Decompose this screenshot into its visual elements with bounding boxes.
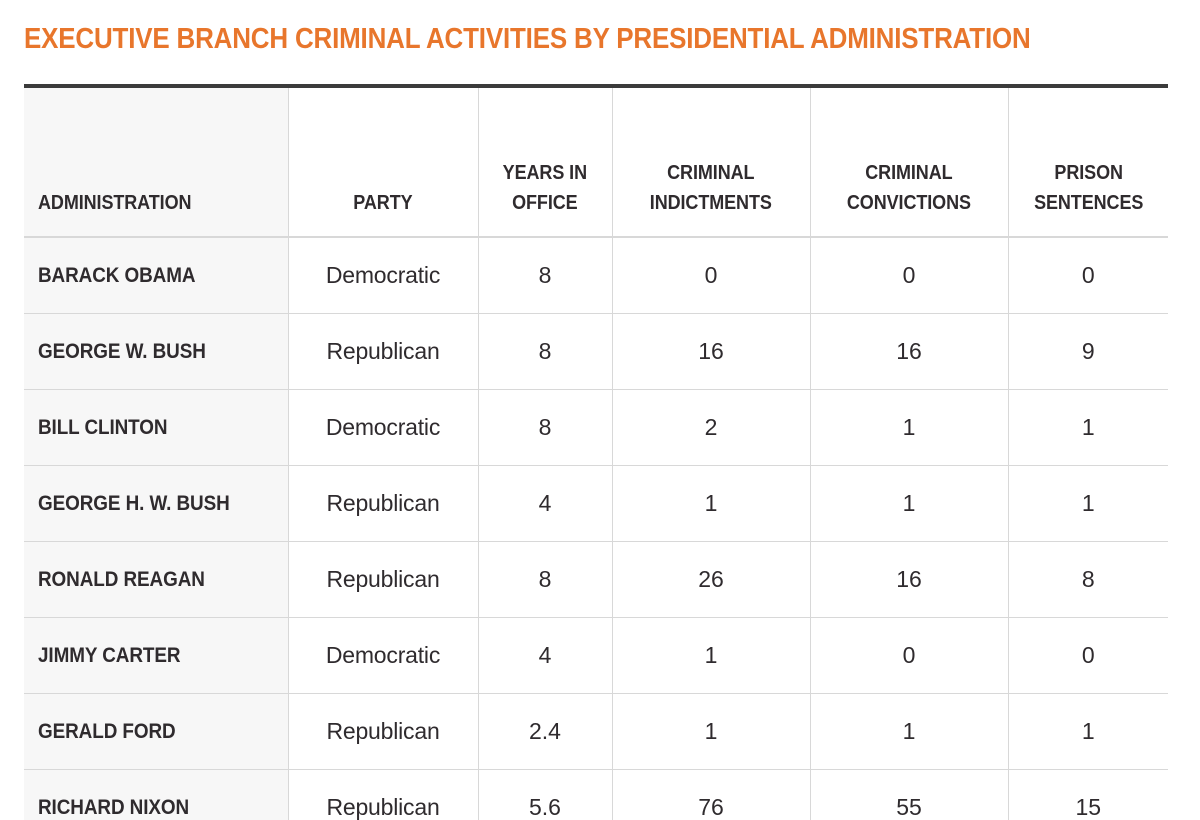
infographic-page: EXECUTIVE BRANCH CRIMINAL ACTIVITIES BY … [0,0,1200,820]
cell-criminal-indictments: 26 [612,541,811,618]
column-header-party: PARTY [288,88,479,238]
column-header-criminal-indictments-label: CRIMINAL INDICTMENTS [649,162,773,214]
column-header-administration: ADMINISTRATION [24,88,289,238]
cell-criminal-indictments: 0 [612,237,811,314]
cell-party: Republican [288,769,479,820]
cell-party: Republican [288,541,479,618]
cell-party: Republican [288,465,479,542]
cell-criminal-convictions: 0 [810,617,1009,694]
cell-administration: GEORGE H. W. BUSH [24,465,289,542]
table-header: ADMINISTRATION PARTY YEARS IN OFFICE CRI… [24,88,1168,238]
cell-administration-label: BILL CLINTON [38,415,168,439]
cell-criminal-indictments: 16 [612,313,811,390]
cell-years-in-office: 8 [478,237,613,314]
cell-prison-sentences: 15 [1008,769,1168,820]
cell-years-in-office: 8 [478,313,613,390]
column-header-years-in-office: YEARS IN OFFICE [478,88,613,238]
column-header-criminal-convictions-label: CRIMINAL CONVICTIONS [846,162,972,214]
cell-years-in-office: 4 [478,617,613,694]
cell-prison-sentences: 8 [1008,541,1168,618]
cell-administration-label: BARACK OBAMA [38,263,196,287]
cell-criminal-convictions: 1 [810,389,1009,466]
cell-administration: RICHARD NIXON [24,769,289,820]
cell-criminal-indictments: 2 [612,389,811,466]
cell-administration-label: RICHARD NIXON [38,795,190,819]
cell-prison-sentences: 1 [1008,389,1168,466]
column-header-party-label: PARTY [353,192,413,214]
table-row: RICHARD NIXON Republican 5.6 76 55 15 [24,769,1168,820]
cell-years-in-office: 4 [478,465,613,542]
cell-administration: JIMMY CARTER [24,617,289,694]
cell-years-in-office: 8 [478,541,613,618]
column-header-prison-sentences-label: PRISON SENTENCES [1033,162,1143,214]
cell-administration: GERALD FORD [24,693,289,770]
cell-administration: RONALD REAGAN [24,541,289,618]
cell-criminal-indictments: 1 [612,693,811,770]
cell-administration-label: JIMMY CARTER [38,643,181,667]
cell-prison-sentences: 1 [1008,465,1168,542]
cell-prison-sentences: 0 [1008,237,1168,314]
cell-years-in-office: 8 [478,389,613,466]
column-header-administration-label: ADMINISTRATION [38,192,192,214]
cell-prison-sentences: 1 [1008,693,1168,770]
cell-party: Democratic [288,237,479,314]
cell-criminal-indictments: 1 [612,465,811,542]
table-row: GEORGE H. W. BUSH Republican 4 1 1 1 [24,465,1168,542]
cell-criminal-indictments: 76 [612,769,811,820]
cell-prison-sentences: 9 [1008,313,1168,390]
cell-administration-label: GERALD FORD [38,719,176,743]
table-row: BARACK OBAMA Democratic 8 0 0 0 [24,237,1168,314]
table-row: BILL CLINTON Democratic 8 2 1 1 [24,389,1168,466]
cell-criminal-convictions: 55 [810,769,1009,820]
cell-party: Democratic [288,617,479,694]
cell-years-in-office: 2.4 [478,693,613,770]
cell-years-in-office: 5.6 [478,769,613,820]
table-body: BARACK OBAMA Democratic 8 0 0 0 GEORGE W… [24,237,1168,820]
page-title: EXECUTIVE BRANCH CRIMINAL ACTIVITIES BY … [24,23,1031,55]
cell-criminal-convictions: 1 [810,465,1009,542]
cell-party: Republican [288,313,479,390]
column-header-years-in-office-label: YEARS IN OFFICE [502,162,588,214]
cell-administration: BARACK OBAMA [24,237,289,314]
cell-party: Democratic [288,389,479,466]
table-container: ADMINISTRATION PARTY YEARS IN OFFICE CRI… [24,84,1168,820]
column-header-criminal-convictions: CRIMINAL CONVICTIONS [810,88,1009,238]
cell-party: Republican [288,693,479,770]
cell-criminal-convictions: 0 [810,237,1009,314]
cell-administration-label: GEORGE H. W. BUSH [38,491,230,515]
table-row: GERALD FORD Republican 2.4 1 1 1 [24,693,1168,770]
cell-administration: GEORGE W. BUSH [24,313,289,390]
table-row: RONALD REAGAN Republican 8 26 16 8 [24,541,1168,618]
column-header-prison-sentences: PRISON SENTENCES [1008,88,1168,238]
cell-administration: BILL CLINTON [24,389,289,466]
cell-prison-sentences: 0 [1008,617,1168,694]
criminal-activities-table: ADMINISTRATION PARTY YEARS IN OFFICE CRI… [24,88,1168,820]
cell-criminal-convictions: 16 [810,313,1009,390]
cell-criminal-convictions: 16 [810,541,1009,618]
cell-administration-label: GEORGE W. BUSH [38,339,206,363]
cell-criminal-indictments: 1 [612,617,811,694]
table-header-row: ADMINISTRATION PARTY YEARS IN OFFICE CRI… [24,88,1168,238]
cell-criminal-convictions: 1 [810,693,1009,770]
cell-administration-label: RONALD REAGAN [38,567,205,591]
table-row: JIMMY CARTER Democratic 4 1 0 0 [24,617,1168,694]
column-header-criminal-indictments: CRIMINAL INDICTMENTS [612,88,811,238]
table-row: GEORGE W. BUSH Republican 8 16 16 9 [24,313,1168,390]
